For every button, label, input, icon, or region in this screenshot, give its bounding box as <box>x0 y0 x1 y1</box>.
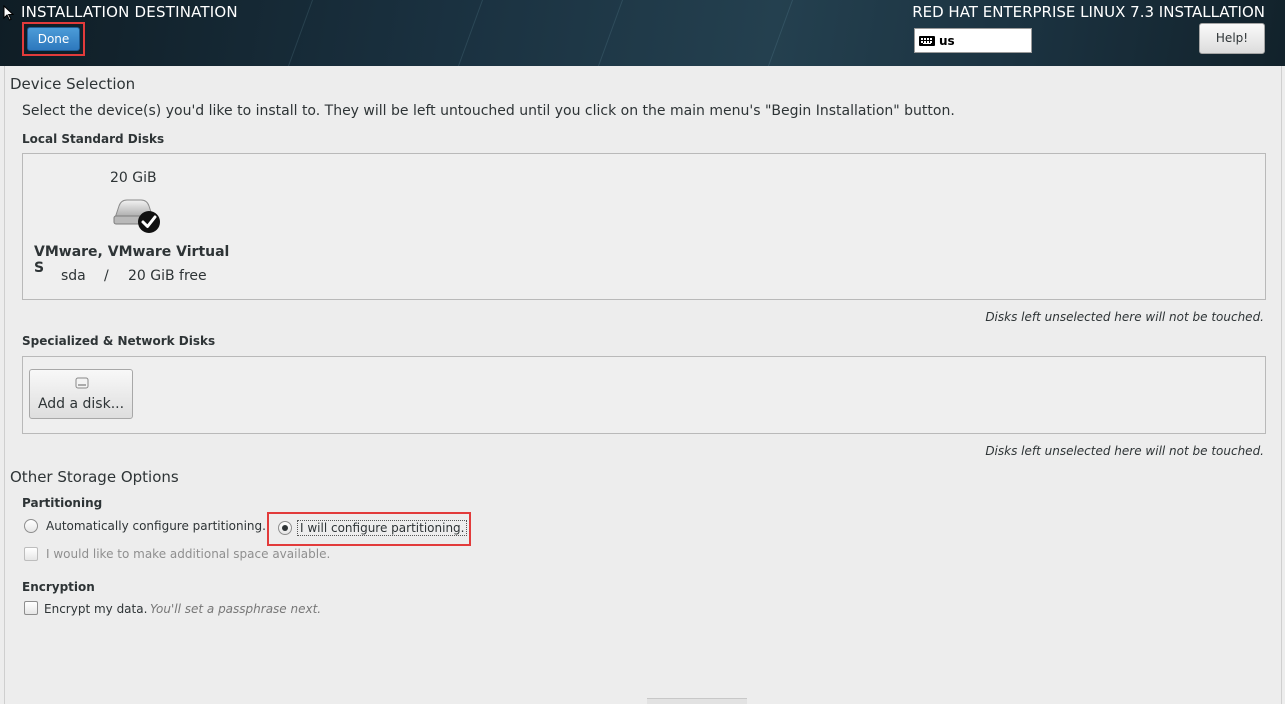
manual-partition-label[interactable]: I will configure partitioning. <box>297 520 468 536</box>
hard-disk-icon <box>113 199 160 233</box>
manual-partition-radio[interactable] <box>278 521 292 535</box>
mouse-cursor-icon <box>3 5 15 21</box>
local-disks-panel: 20 GiB VMware, VMware Virtual S sda / 20… <box>22 153 1266 300</box>
specialized-disks-label: Specialized & Network Disks <box>22 334 216 348</box>
partitioning-label: Partitioning <box>22 496 103 510</box>
disk-separator: / <box>104 268 109 284</box>
header-bar: INSTALLATION DESTINATION Done RED HAT EN… <box>0 0 1285 66</box>
scroll-handle[interactable] <box>647 698 747 704</box>
add-disk-label: Add a disk... <box>37 396 125 412</box>
encrypt-checkbox[interactable] <box>24 601 38 615</box>
manual-partition-highlight: I will configure partitioning. <box>267 512 471 546</box>
disk-device: sda <box>61 268 86 284</box>
disk-sda[interactable]: 20 GiB VMware, VMware Virtual S sda / 20… <box>31 162 241 292</box>
device-selection-instruction: Select the device(s) you'd like to insta… <box>22 103 955 119</box>
help-button[interactable]: Help! <box>1199 23 1265 54</box>
auto-partition-radio[interactable] <box>24 519 38 533</box>
disk-icon <box>75 377 89 389</box>
disk-free-space: 20 GiB free <box>128 268 207 284</box>
disk-size: 20 GiB <box>110 170 157 186</box>
done-button-highlight: Done <box>22 22 85 56</box>
keyboard-icon <box>919 36 935 46</box>
product-title: RED HAT ENTERPRISE LINUX 7.3 INSTALLATIO… <box>912 3 1265 21</box>
local-disks-note: Disks left unselected here will not be t… <box>985 310 1264 324</box>
additional-space-checkbox[interactable] <box>24 547 38 561</box>
encryption-label: Encryption <box>22 580 95 594</box>
local-standard-disks-label: Local Standard Disks <box>22 132 165 146</box>
other-storage-title: Other Storage Options <box>10 468 179 486</box>
encrypt-hint: You'll set a passphrase next. <box>150 602 322 616</box>
specialized-disks-note: Disks left unselected here will not be t… <box>985 444 1264 458</box>
done-button[interactable]: Done <box>27 27 80 51</box>
page-title: INSTALLATION DESTINATION <box>21 3 238 21</box>
add-disk-button[interactable]: Add a disk... <box>29 369 133 419</box>
main-content: Device Selection Select the device(s) yo… <box>4 66 1282 704</box>
keyboard-layout-label: us <box>939 34 955 48</box>
encrypt-label[interactable]: Encrypt my data. <box>44 602 147 616</box>
specialized-disks-panel: Add a disk... <box>22 356 1266 434</box>
additional-space-label[interactable]: I would like to make additional space av… <box>46 547 330 561</box>
auto-partition-label[interactable]: Automatically configure partitioning. <box>46 519 266 533</box>
keyboard-layout-indicator[interactable]: us <box>914 28 1032 53</box>
device-selection-title: Device Selection <box>10 75 136 93</box>
